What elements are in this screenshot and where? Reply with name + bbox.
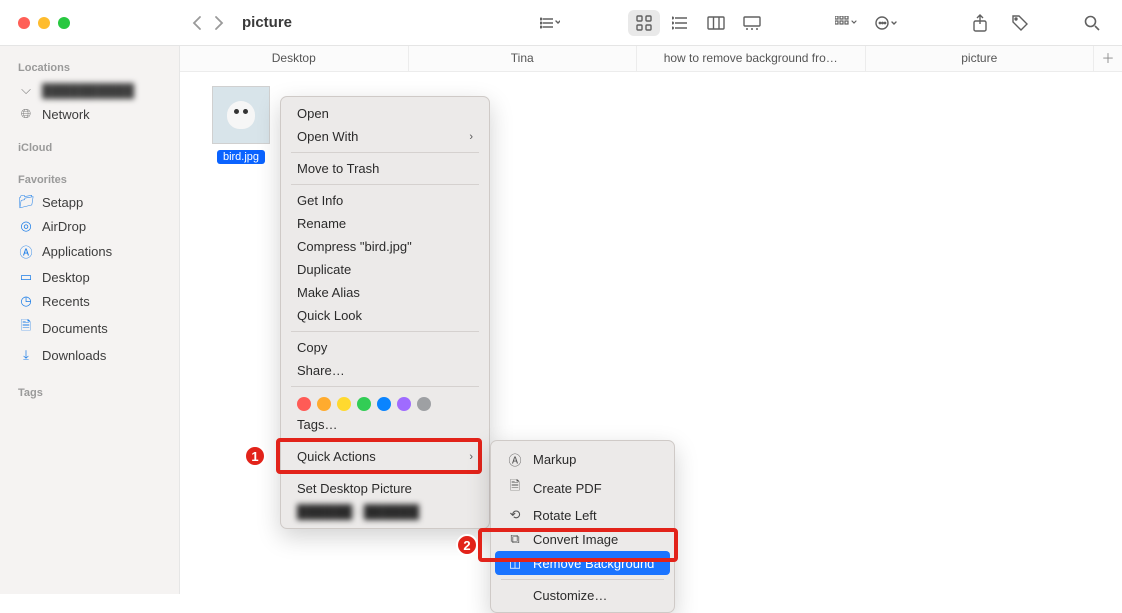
sidebar-item-network[interactable]: 🌐︎Network [0,102,179,126]
column-view-button[interactable] [700,10,732,36]
sidebar-item-airdrop[interactable]: ◎AirDrop [0,214,179,238]
view-mode-group [628,10,768,36]
gallery-view-button[interactable] [736,10,768,36]
menu-open-with[interactable]: Open With› [281,125,489,148]
convert-icon: ⧉ [507,531,523,547]
add-tab-button[interactable]: ＋ [1094,46,1122,71]
menu-duplicate[interactable]: Duplicate [281,258,489,281]
sidebar: Locations ⌵██████████ 🌐︎Network iCloud F… [0,46,180,594]
back-button[interactable] [192,15,202,31]
menu-move-to-trash[interactable]: Move to Trash [281,157,489,180]
menu-make-alias[interactable]: Make Alias [281,281,489,304]
quick-actions-submenu: ⒶMarkup 🗎Create PDF ⟲Rotate Left ⧉Conver… [490,440,675,613]
path-tab[interactable]: Tina [409,46,638,71]
sidebar-item-applications[interactable]: ⒶApplications [0,238,179,265]
sidebar-item-documents[interactable]: 🗎Documents [0,313,179,343]
menu-rename[interactable]: Rename [281,212,489,235]
file-name-label: bird.jpg [217,150,265,164]
menu-copy[interactable]: Copy [281,336,489,359]
globe-icon: 🌐︎ [18,106,34,122]
submenu-create-pdf[interactable]: 🗎Create PDF [491,473,674,503]
submenu-markup[interactable]: ⒶMarkup [491,446,674,473]
toolbar: picture [180,10,1122,36]
path-bar: Desktop Tina how to remove background fr… [180,46,1122,72]
menu-share[interactable]: Share… [281,359,489,382]
submenu-convert-image[interactable]: ⧉Convert Image [491,527,674,551]
sidebar-heading-favorites: Favorites [0,168,179,190]
airdrop-icon: ◎ [18,218,34,234]
submenu-remove-background[interactable]: ◫Remove Background [495,551,670,575]
arrange-button[interactable] [830,10,862,36]
maximize-window-button[interactable] [58,17,70,29]
submenu-customize[interactable]: Customize… [491,584,674,607]
chevron-right-icon: › [469,451,473,463]
rotate-icon: ⟲ [507,507,523,523]
callout-badge-1: 1 [244,445,266,467]
markup-icon: Ⓐ [507,450,523,469]
close-window-button[interactable] [18,17,30,29]
sidebar-item-recents[interactable]: ◷Recents [0,289,179,313]
desktop-icon: ▭ [18,269,34,285]
path-tab[interactable]: how to remove background fro… [637,46,866,71]
menu-open[interactable]: Open [281,102,489,125]
forward-button[interactable] [214,15,224,31]
menu-blurred-item[interactable]: ██████ · ██████ [281,500,489,523]
chevron-right-icon: › [469,131,473,143]
doc-icon: 🗎 [18,317,34,339]
pdf-icon: 🗎 [507,477,523,499]
tags-button[interactable] [1004,10,1036,36]
menu-quick-look[interactable]: Quick Look [281,304,489,327]
path-tab[interactable]: Desktop [180,46,409,71]
sidebar-heading-locations: Locations [0,56,179,78]
window-title: picture [242,14,292,31]
titlebar: picture [0,0,1122,46]
download-icon: ⤓ [18,347,34,363]
sidebar-heading-tags: Tags [0,381,179,403]
share-button[interactable] [964,10,996,36]
file-item[interactable]: bird.jpg [212,86,270,164]
sidebar-item-desktop[interactable]: ▭Desktop [0,265,179,289]
sidebar-item-downloads[interactable]: ⤓Downloads [0,343,179,367]
sidebar-item-disk[interactable]: ⌵██████████ [0,78,179,102]
sidebar-heading-icloud: iCloud [0,136,179,158]
minimize-window-button[interactable] [38,17,50,29]
icon-view-button[interactable] [628,10,660,36]
callout-badge-2: 2 [456,534,478,556]
context-menu: Open Open With› Move to Trash Get Info R… [280,96,490,529]
sidebar-item-setapp[interactable]: 📁︎Setapp [0,190,179,214]
search-button[interactable] [1076,10,1108,36]
list-view-button[interactable] [664,10,696,36]
menu-get-info[interactable]: Get Info [281,189,489,212]
file-thumbnail [212,86,270,144]
traffic-lights [0,17,180,29]
remove-bg-icon: ◫ [507,555,523,571]
apps-icon: Ⓐ [18,242,34,261]
menu-set-desktop-picture[interactable]: Set Desktop Picture [281,477,489,500]
submenu-rotate-left[interactable]: ⟲Rotate Left [491,503,674,527]
menu-tag-colors[interactable] [281,391,489,413]
action-menu-button[interactable] [870,10,902,36]
group-by-button[interactable] [534,10,566,36]
nav-arrows [192,15,224,31]
clock-icon: ◷ [18,293,34,309]
menu-quick-actions[interactable]: Quick Actions› [281,445,489,468]
menu-compress[interactable]: Compress "bird.jpg" [281,235,489,258]
folder-icon: 📁︎ [18,194,34,210]
path-tab[interactable]: picture [866,46,1095,71]
disk-icon: ⌵ [18,82,34,98]
menu-tags[interactable]: Tags… [281,413,489,436]
